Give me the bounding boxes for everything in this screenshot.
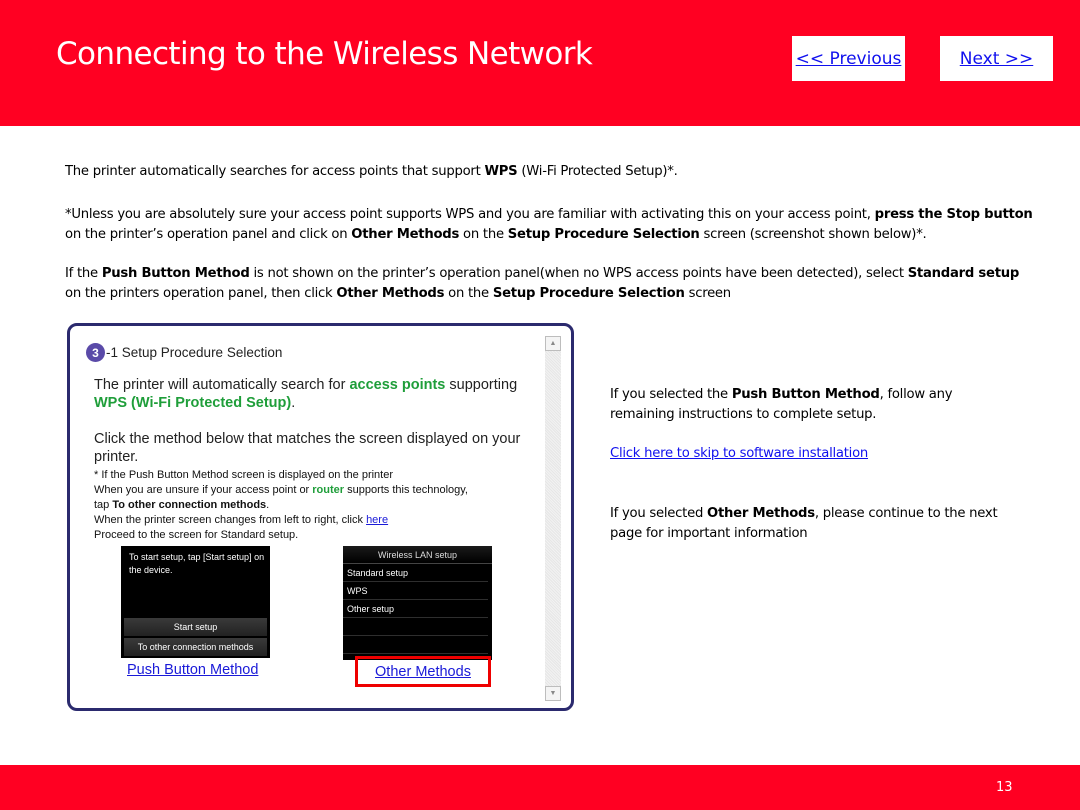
other-connection-methods-button: To other connection methods [124, 638, 267, 656]
menu-item-standard-setup: Standard setup [343, 564, 488, 582]
step-heading: 3 -1 Setup Procedure Selection [86, 343, 282, 362]
scroll-up-arrow-icon[interactable]: ▲ [545, 336, 561, 351]
page-number: 13 [996, 780, 1013, 795]
other-methods-link[interactable]: Other Methods [375, 664, 471, 680]
here-link[interactable]: here [366, 514, 388, 526]
page-title: Connecting to the Wireless Network [56, 36, 593, 72]
intro-paragraph-push-button: If the Push Button Method is not shown o… [65, 266, 1020, 301]
menu-item-wps: WPS [343, 582, 488, 600]
other-methods-highlight: Other Methods [355, 656, 491, 687]
intro-paragraph-unless: *Unless you are absolutely sure your acc… [65, 207, 1033, 242]
setup-procedure-screenshot: 3 -1 Setup Procedure Selection The print… [67, 323, 574, 711]
start-setup-button: Start setup [124, 618, 267, 636]
push-button-printer-screen[interactable]: To start setup, tap [Start setup] on the… [121, 546, 270, 658]
skip-to-software-installation-link[interactable]: Click here to skip to software installat… [610, 444, 1020, 464]
next-button[interactable]: Next >> [940, 36, 1053, 81]
step-number-badge: 3 [86, 343, 105, 362]
menu-item-other-setup: Other setup [343, 600, 488, 618]
footer-bar [0, 765, 1080, 810]
push-button-method-link[interactable]: Push Button Method [127, 662, 258, 678]
search-description: The printer will automatically search fo… [94, 377, 518, 411]
scrollbar[interactable]: ▲ ▼ [545, 336, 561, 701]
menu-item-empty [343, 618, 488, 636]
method-instruction: Click the method below that matches the … [94, 431, 521, 465]
wireless-lan-setup-title: Wireless LAN setup [343, 546, 492, 564]
menu-item-empty [343, 636, 488, 654]
push-button-notes: * If the Push Button Method screen is di… [94, 469, 468, 541]
previous-button[interactable]: << Previous [792, 36, 905, 81]
other-methods-followup: If you selected Other Methods, please co… [610, 506, 998, 541]
push-button-followup: If you selected the Push Button Method, … [610, 387, 953, 422]
scroll-down-arrow-icon[interactable]: ▼ [545, 686, 561, 701]
other-methods-printer-screen[interactable]: Wireless LAN setup Standard setup WPS Ot… [343, 546, 492, 660]
step-title: -1 Setup Procedure Selection [106, 345, 283, 360]
intro-paragraph-wps: The printer automatically searches for a… [65, 164, 678, 179]
push-screen-message: To start setup, tap [Start setup] on the… [129, 552, 265, 575]
